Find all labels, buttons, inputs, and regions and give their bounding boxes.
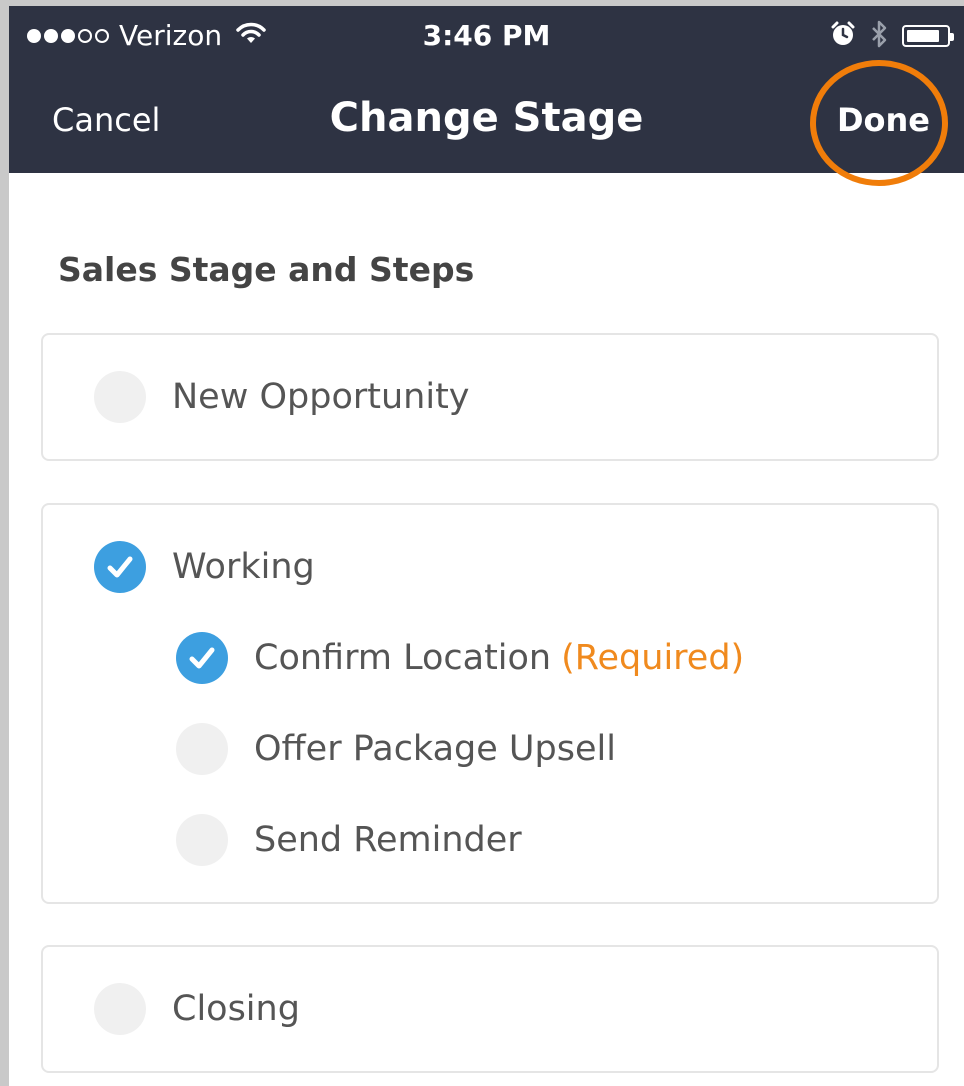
section-title: Sales Stage and Steps	[58, 250, 475, 289]
alarm-icon	[830, 21, 856, 51]
unchecked-circle-icon[interactable]	[94, 983, 146, 1035]
app-header: Verizon 3:46 PM Cancel Change Stage Done	[9, 6, 964, 173]
checkmark-icon[interactable]	[94, 541, 146, 593]
window-frame-left	[0, 0, 9, 1086]
required-badge: (Required)	[561, 638, 745, 678]
stage-label: Closing	[172, 989, 300, 1029]
step-confirm-location[interactable]: Confirm Location (Required)	[176, 631, 744, 685]
stage-closing[interactable]: Closing	[94, 982, 300, 1036]
unchecked-circle-icon[interactable]	[94, 371, 146, 423]
stage-new-opportunity[interactable]: New Opportunity	[94, 370, 470, 424]
step-send-reminder[interactable]: Send Reminder	[176, 813, 522, 867]
stage-label: New Opportunity	[172, 377, 470, 417]
stage-working[interactable]: Working	[94, 540, 315, 594]
step-label: Send Reminder	[254, 820, 522, 860]
step-offer-package-upsell[interactable]: Offer Package Upsell	[176, 722, 616, 776]
unchecked-circle-icon[interactable]	[176, 814, 228, 866]
status-icons	[830, 18, 954, 54]
stage-card-working: Working Confirm Location (Required) Offer…	[41, 503, 939, 904]
navigation-bar: Cancel Change Stage Done	[9, 66, 964, 173]
stage-card-closing: Closing	[41, 945, 939, 1073]
stage-card-new-opportunity: New Opportunity	[41, 333, 939, 461]
step-label: Offer Package Upsell	[254, 729, 616, 769]
done-button[interactable]: Done	[837, 100, 930, 140]
checkmark-icon[interactable]	[176, 632, 228, 684]
status-bar: Verizon 3:46 PM	[9, 6, 964, 66]
step-label-text: Confirm Location	[254, 638, 552, 678]
step-label: Confirm Location (Required)	[254, 638, 744, 678]
bluetooth-icon	[870, 19, 888, 53]
battery-icon	[902, 25, 954, 47]
stage-label: Working	[172, 547, 315, 587]
unchecked-circle-icon[interactable]	[176, 723, 228, 775]
status-time: 3:46 PM	[422, 19, 551, 52]
page-title: Change Stage	[329, 95, 644, 141]
